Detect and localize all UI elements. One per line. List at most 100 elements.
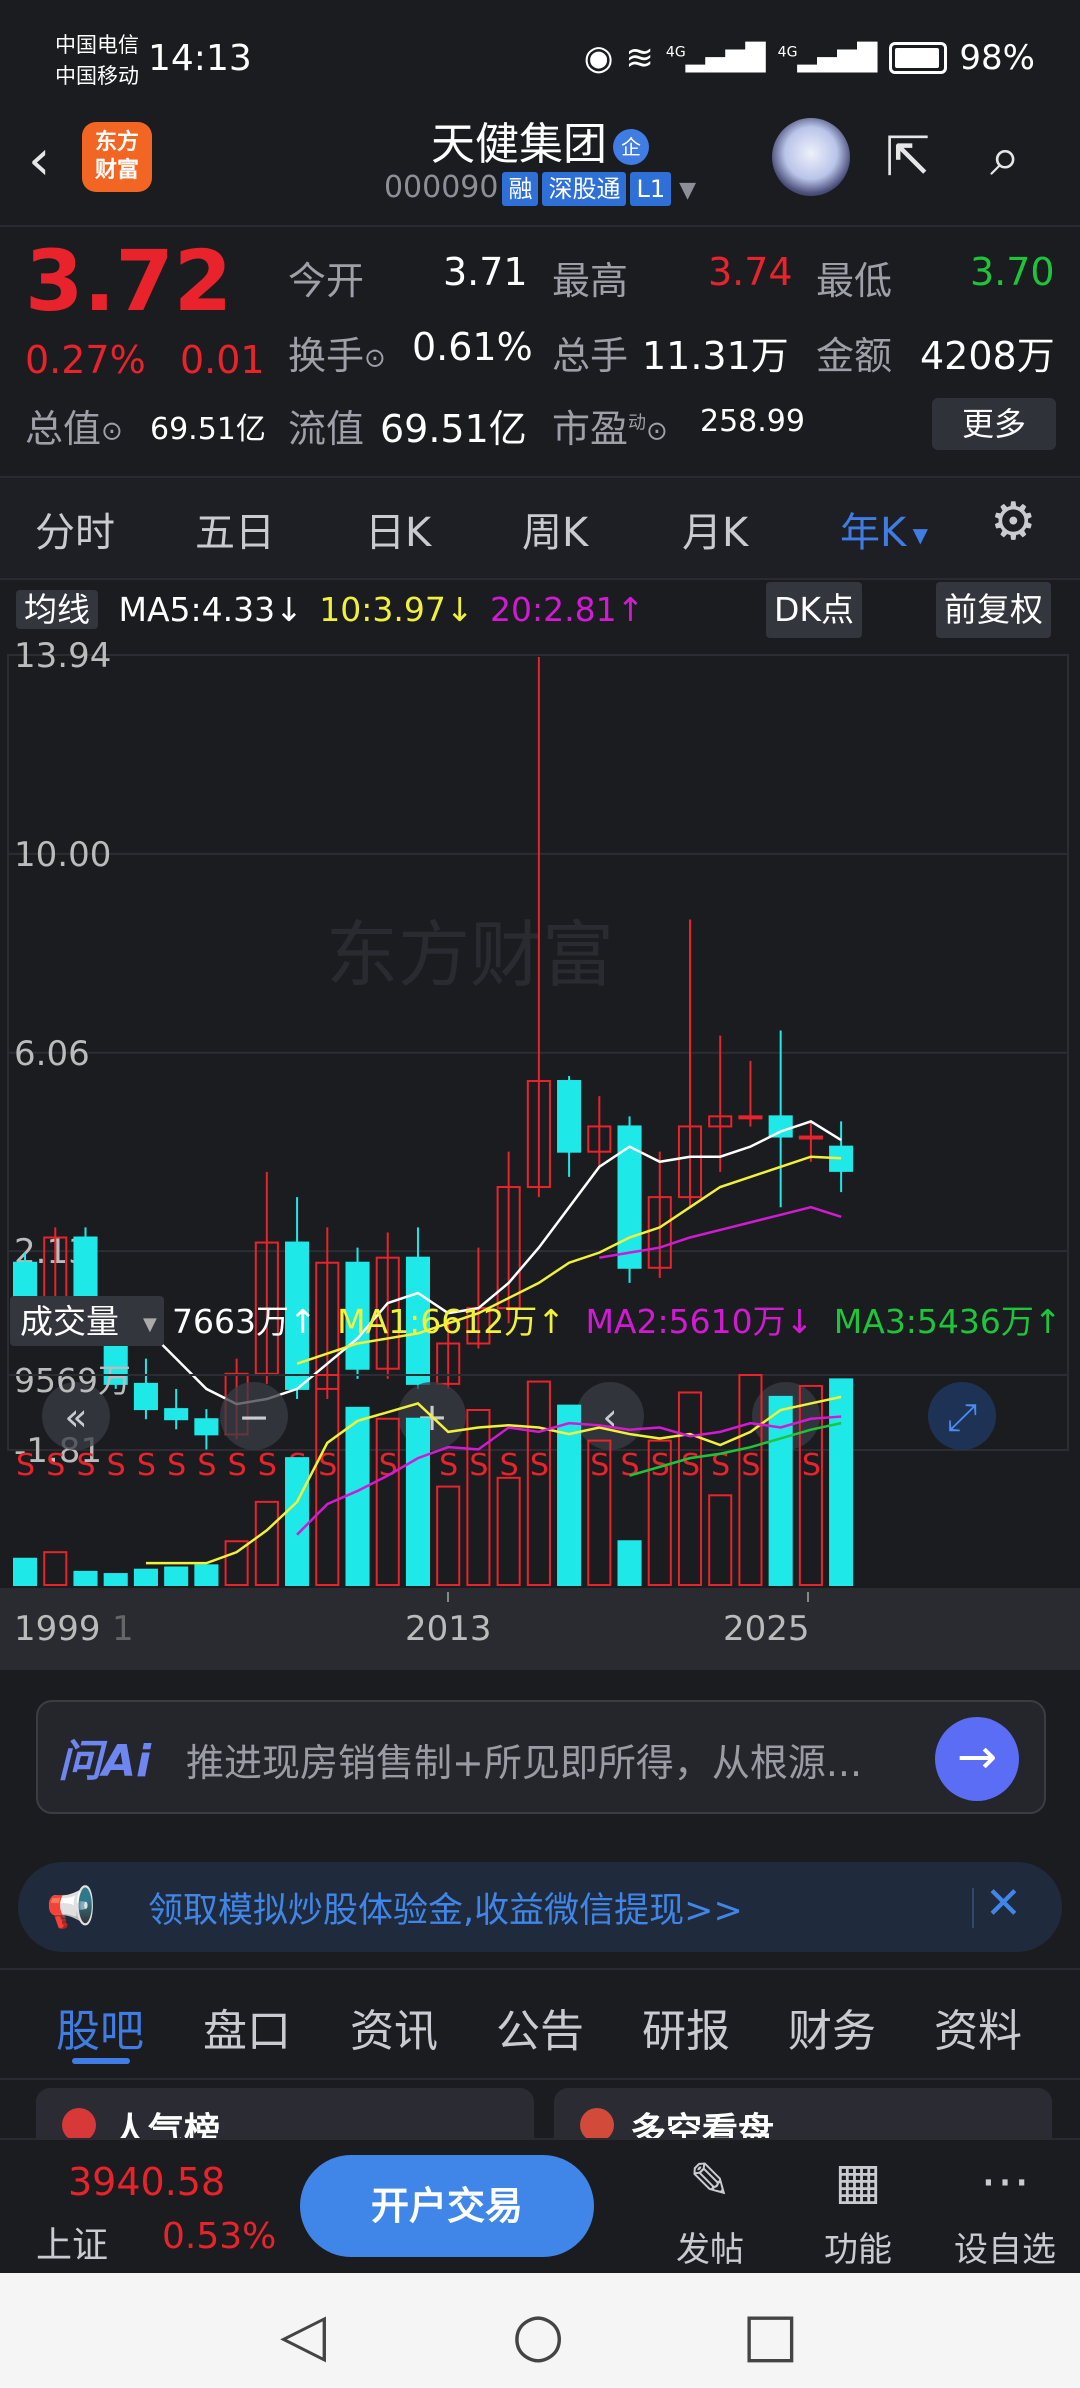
watchlist-icon[interactable]: ⋯ xyxy=(945,2152,1065,2210)
sell-marker: S xyxy=(681,1448,700,1483)
close-icon[interactable]: ✕ xyxy=(985,1878,1022,1929)
volume-label: 成交量 xyxy=(20,1302,119,1341)
sentiment-card[interactable]: 多空看盘 xyxy=(554,2088,1052,2152)
pe-label: 市盈动⊙ xyxy=(552,407,668,451)
mcap-value: 69.51亿 xyxy=(150,412,266,447)
nav-back-button[interactable]: ◁ xyxy=(280,2300,326,2370)
stock-name[interactable]: 天健集团 xyxy=(431,119,607,170)
nav-home-button[interactable]: ○ xyxy=(512,2300,564,2370)
tab-research[interactable]: 研报 xyxy=(642,1995,730,2059)
chevron-down-icon[interactable]: ▼ xyxy=(679,178,696,203)
adjust-button[interactable]: 前复权 xyxy=(936,582,1051,638)
pe-value: 258.99 xyxy=(700,404,805,439)
volume-bar xyxy=(829,1378,854,1586)
function-icon[interactable]: ▦ xyxy=(798,2152,918,2210)
prev-icon: « xyxy=(64,1395,87,1439)
sell-marker: S xyxy=(76,1448,95,1483)
ai-robot-icon[interactable] xyxy=(772,118,850,196)
x-tick-label: 2025 xyxy=(723,1609,810,1649)
gear-icon[interactable]: ⚙ xyxy=(990,492,1037,552)
sell-marker: S xyxy=(167,1448,186,1483)
tab-monthly-k[interactable]: 月K xyxy=(682,500,748,558)
fire-icon xyxy=(62,2108,96,2142)
dk-point-button[interactable]: DK点 xyxy=(766,582,863,638)
index-name[interactable]: 上证 xyxy=(36,2216,108,2268)
change-amount: 0.01 xyxy=(180,338,265,382)
ma-selector[interactable]: 均线 xyxy=(16,590,98,629)
sell-marker: S xyxy=(197,1448,216,1483)
open-account-button[interactable]: 开户交易 xyxy=(300,2155,594,2257)
tab-news[interactable]: 资讯 xyxy=(350,1995,438,2059)
more-button[interactable]: 更多 xyxy=(932,398,1056,450)
y-tick-label: 6.06 xyxy=(14,1034,90,1074)
search-icon[interactable]: ⌕ xyxy=(990,125,1020,189)
info-icon[interactable]: ⊙ xyxy=(364,344,386,374)
tab-yearly-k[interactable]: 年K ▼ xyxy=(840,500,928,558)
tab-daily-k[interactable]: 日K xyxy=(365,500,431,558)
x-tick-label: 2013 xyxy=(405,1609,492,1649)
volume-label: 总手 xyxy=(552,334,629,378)
chart-icon xyxy=(580,2108,614,2142)
ai-logo: 问Ai xyxy=(58,1736,152,1787)
ma20-direction: ↑ xyxy=(616,590,645,629)
carrier-2: 中国移动 xyxy=(55,64,139,88)
status-icons: ◉ ≋ 4G▂▄▆█ 4G▂▄▆█ 98% xyxy=(584,38,1035,78)
low-label: 最低 xyxy=(816,259,893,303)
sell-marker: S xyxy=(228,1448,247,1483)
open-value: 3.71 xyxy=(443,250,528,294)
watchlist-label[interactable]: 设自选 xyxy=(945,2222,1065,2271)
tab-weekly-k[interactable]: 周K xyxy=(522,500,588,558)
caret-down-icon: ▼ xyxy=(143,1314,157,1335)
kline-chart[interactable]: 东方财富 13.9410.006.062.13-1.81 SSSSSSSSSSS… xyxy=(0,640,1080,1670)
tab-announcements[interactable]: 公告 xyxy=(496,1995,584,2059)
tab-forum[interactable]: 股吧 xyxy=(56,1995,144,2059)
volume-bar xyxy=(617,1540,642,1586)
tab-intraday[interactable]: 分时 xyxy=(35,500,115,558)
sell-marker: S xyxy=(590,1448,609,1483)
sell-marker: S xyxy=(258,1448,277,1483)
y-tick-label: 13.94 xyxy=(14,640,111,676)
arrow-right-icon[interactable]: → xyxy=(935,1717,1019,1801)
candle-body xyxy=(768,1115,793,1138)
volume-bar xyxy=(194,1564,219,1586)
tab-five-day[interactable]: 五日 xyxy=(195,500,275,558)
battery-icon xyxy=(889,42,948,74)
candle-body xyxy=(194,1418,219,1436)
info-icon[interactable]: ⊙ xyxy=(646,417,668,447)
index-change[interactable]: 0.53% xyxy=(162,2216,276,2257)
x-tick-label: 1 xyxy=(112,1609,134,1649)
tab-orderbook[interactable]: 盘口 xyxy=(203,1995,291,2059)
ai-prompt-text[interactable]: 推进现房销售制+所见即所得，从根源... xyxy=(186,1732,862,1787)
promo-text[interactable]: 领取模拟炒股体验金,收益微信提现>> xyxy=(148,1882,743,1933)
battery-level: 98% xyxy=(959,38,1035,78)
connect-tag: 深股通 xyxy=(542,171,627,206)
sell-marker: S xyxy=(469,1448,488,1483)
share-icon[interactable]: ⇱ xyxy=(885,125,930,188)
status-time: 14:13 xyxy=(148,38,252,79)
sell-marker: S xyxy=(46,1448,65,1483)
minus-icon: − xyxy=(238,1395,270,1439)
tab-profile[interactable]: 资料 xyxy=(934,1995,1022,2059)
post-label[interactable]: 发帖 xyxy=(650,2222,770,2271)
float-value: 69.51亿 xyxy=(380,407,527,451)
amount-value: 4208万 xyxy=(920,334,1055,378)
volume-bar xyxy=(405,1417,431,1586)
sell-marker: S xyxy=(137,1448,156,1483)
index-value[interactable]: 3940.58 xyxy=(68,2160,225,2204)
wifi-icon: ≋ xyxy=(625,38,654,78)
candle-body xyxy=(164,1408,189,1421)
tab-finance[interactable]: 财务 xyxy=(788,1995,876,2059)
margin-tag: 融 xyxy=(502,171,539,206)
stock-code: 000090 xyxy=(383,170,499,205)
turnover-label: 换手⊙ xyxy=(288,334,386,378)
ma-legend: 均线 MA5:4.33↓ 10:3.97↓ 20:2.81↑ DK点 前复权 xyxy=(0,582,1080,638)
post-icon[interactable]: ✎ xyxy=(650,2152,770,2210)
info-icon[interactable]: ⊙ xyxy=(101,417,123,447)
popularity-card[interactable]: 人气榜 xyxy=(36,2088,534,2152)
volume-bar xyxy=(345,1406,370,1586)
function-label[interactable]: 功能 xyxy=(798,2222,918,2271)
nav-recent-button[interactable]: □ xyxy=(742,2300,799,2370)
ma5-value: MA5:4.33 xyxy=(118,590,276,629)
turnover-value: 0.61% xyxy=(412,325,533,369)
change-percent: 0.27% xyxy=(25,338,146,382)
